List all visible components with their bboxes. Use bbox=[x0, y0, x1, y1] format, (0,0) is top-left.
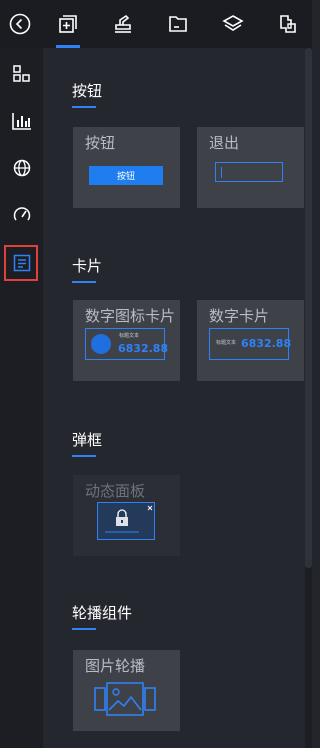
sidebar-item-maps[interactable] bbox=[0, 148, 43, 188]
card-label: 数字图标卡片 bbox=[85, 307, 176, 325]
grid-icon bbox=[12, 65, 30, 82]
component-card-image-carousel[interactable]: 图片轮播 bbox=[73, 650, 180, 731]
category-sidebar bbox=[0, 48, 43, 748]
panel-icon bbox=[13, 254, 30, 272]
tab-layers[interactable] bbox=[213, 0, 253, 48]
card-label: 按钮 bbox=[85, 134, 116, 152]
puzzle-icon bbox=[280, 15, 296, 33]
sidebar-item-gauges[interactable] bbox=[0, 195, 43, 235]
globe-icon bbox=[13, 159, 30, 177]
tab-plugins[interactable] bbox=[268, 0, 308, 48]
folder-icon bbox=[169, 16, 187, 32]
tab-components[interactable] bbox=[48, 0, 88, 48]
button-preview: 按钮 bbox=[89, 166, 163, 185]
sidebar-item-layout[interactable] bbox=[0, 54, 43, 94]
component-card-exit[interactable]: 退出 bbox=[197, 127, 304, 208]
card-label: 动态面板 bbox=[85, 482, 146, 500]
sidebar-item-charts[interactable] bbox=[0, 101, 43, 141]
stat-circle-icon bbox=[91, 334, 111, 354]
scroll-thumb[interactable] bbox=[305, 48, 312, 568]
stat-caption: 标题文本 bbox=[216, 340, 237, 346]
stat-caption: 标题文本 bbox=[119, 333, 140, 339]
gauge-icon bbox=[13, 207, 30, 221]
top-toolbar bbox=[0, 0, 312, 48]
component-card-number-icon[interactable]: 数字图标卡片 标题文本 6832.88 bbox=[73, 300, 180, 381]
card-label: 退出 bbox=[209, 134, 240, 152]
section-title-buttons: 按钮 bbox=[72, 80, 102, 108]
number-card-preview: 标题文本 6832.88 bbox=[209, 328, 292, 360]
tab-folder[interactable] bbox=[158, 0, 198, 48]
stat-value: 6832.88 bbox=[118, 342, 169, 355]
back-button[interactable] bbox=[0, 0, 40, 48]
add-component-icon bbox=[59, 15, 77, 33]
component-card-dynamic-panel[interactable]: 动态面板 bbox=[73, 475, 180, 556]
component-card-button[interactable]: 按钮 按钮 bbox=[73, 127, 180, 208]
card-label: 图片轮播 bbox=[85, 657, 146, 675]
layers-icon bbox=[222, 15, 244, 31]
section-title-carousel: 轮播组件 bbox=[72, 602, 132, 630]
stat-value: 6832.88 bbox=[241, 337, 292, 350]
section-title-popups: 弹框 bbox=[72, 429, 102, 457]
modal-preview bbox=[97, 502, 155, 540]
number-icon-card-preview: 标题文本 6832.88 bbox=[85, 328, 169, 360]
component-card-number[interactable]: 数字卡片 标题文本 6832.88 bbox=[197, 300, 304, 381]
bar-chart-icon bbox=[11, 113, 31, 130]
exit-preview bbox=[215, 162, 283, 182]
back-icon bbox=[9, 13, 31, 35]
tab-stamp[interactable] bbox=[103, 0, 143, 48]
sidebar-item-panels[interactable] bbox=[0, 245, 43, 285]
stamp-icon bbox=[115, 14, 131, 33]
section-title-cards: 卡片 bbox=[72, 255, 102, 283]
card-label: 数字卡片 bbox=[209, 307, 270, 325]
image-carousel-icon bbox=[94, 682, 156, 716]
lock-icon bbox=[105, 505, 153, 533]
scrollbar[interactable] bbox=[305, 48, 312, 748]
